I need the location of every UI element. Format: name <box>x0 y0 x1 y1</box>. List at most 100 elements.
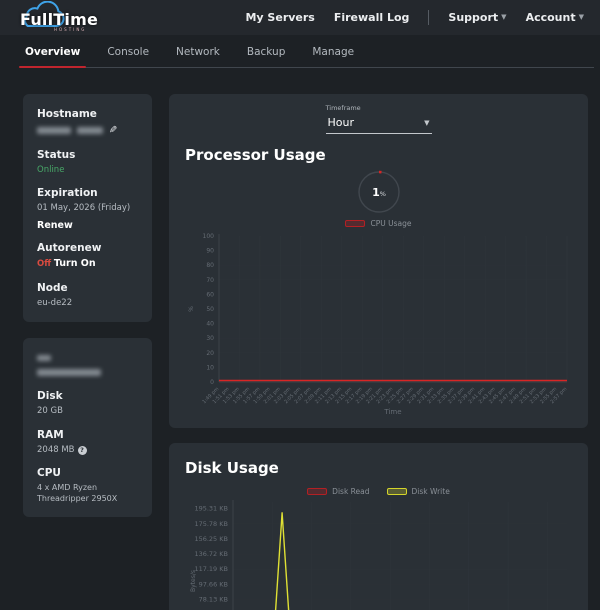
svg-text:60: 60 <box>206 291 214 298</box>
svg-text:195.31 KB: 195.31 KB <box>194 505 228 513</box>
disk-write-legend: Disk Write <box>387 487 450 496</box>
server-specs-card: Disk 20 GB RAM 2048 MB? CPU 4 x AMD Ryze… <box>23 338 152 517</box>
brand-tagline: HOSTING <box>54 27 86 32</box>
disk-read-legend: Disk Read <box>307 487 369 496</box>
redacted-text <box>77 127 103 134</box>
disk-group: Disk 20 GB <box>37 390 138 417</box>
hostname-group: Hostname ✎ <box>37 108 138 138</box>
disk-usage-title: Disk Usage <box>185 459 574 477</box>
tab-manage[interactable]: Manage <box>312 46 354 67</box>
processor-usage-card: Timeframe Hour ▼ Processor Usage 1% <box>169 94 588 428</box>
svg-text:97.66 KB: 97.66 KB <box>199 580 228 588</box>
processor-usage-title: Processor Usage <box>185 146 574 164</box>
ip-value-redacted <box>37 368 138 379</box>
edit-hostname-icon[interactable]: ✎ <box>109 124 117 138</box>
cpu-gauge-ring: 1% <box>355 168 403 216</box>
svg-text:%: % <box>188 306 195 312</box>
ram-label: RAM <box>37 429 138 441</box>
timeframe-select[interactable]: Hour ▼ <box>326 114 432 134</box>
node-group: Node eu-de22 <box>37 282 138 309</box>
svg-text:136.72 KB: 136.72 KB <box>194 550 228 558</box>
expiration-value: 01 May, 2026 (Friday) <box>37 203 138 214</box>
cpu-usage-chart: 1:49 pm1:51 pm1:53 pm1:55 pm1:57 pm1:59 … <box>183 230 574 420</box>
cpu-legend: CPU Usage <box>183 219 574 228</box>
disk-usage-card: Disk Usage Disk Read Disk Write 1:49 pm1… <box>169 443 588 610</box>
svg-text:20: 20 <box>206 350 214 357</box>
cpu-value: 4 x AMD Ryzen Threadripper 2950X <box>37 483 138 505</box>
disk-read-swatch <box>307 488 327 495</box>
main-column: Timeframe Hour ▼ Processor Usage 1% <box>169 94 588 610</box>
svg-text:80: 80 <box>206 262 214 269</box>
tab-bar: Overview Console Network Backup Manage <box>20 35 594 68</box>
redacted-text <box>37 355 51 361</box>
autorenew-group: Autorenew Off Turn On <box>37 242 138 271</box>
renew-link[interactable]: Renew <box>37 220 138 231</box>
page-content: Hostname ✎ Status Online Expiration 01 M… <box>0 68 600 610</box>
nav-items: My Servers Firewall Log Support ▼ Accoun… <box>245 10 584 25</box>
svg-text:90: 90 <box>206 248 214 255</box>
timeframe-label: Timeframe <box>326 104 432 112</box>
svg-text:156.25 KB: 156.25 KB <box>194 535 228 543</box>
svg-text:117.19 KB: 117.19 KB <box>194 565 228 573</box>
autorenew-toggle-link[interactable]: Turn On <box>54 258 96 269</box>
autorenew-state: Off <box>37 259 51 269</box>
svg-text:100: 100 <box>203 233 215 240</box>
svg-text:1%: 1% <box>372 186 386 199</box>
disk-write-swatch <box>387 488 407 495</box>
svg-text:50: 50 <box>206 306 214 313</box>
ip-label-redacted <box>37 352 138 364</box>
redacted-text <box>37 369 101 376</box>
nav-support[interactable]: Support ▼ <box>448 11 506 24</box>
tab-overview[interactable]: Overview <box>25 46 80 67</box>
svg-text:10: 10 <box>206 364 214 371</box>
tab-console[interactable]: Console <box>107 46 149 67</box>
svg-text:Bytes/s: Bytes/s <box>190 570 197 592</box>
server-info-card: Hostname ✎ Status Online Expiration 01 M… <box>23 94 152 322</box>
cpu-gauge: 1% <box>183 168 574 216</box>
ram-amount: 2048 MB <box>37 445 75 455</box>
server-sidebar: Hostname ✎ Status Online Expiration 01 M… <box>23 94 152 517</box>
hostname-value-redacted: ✎ <box>37 124 138 138</box>
svg-text:Time: Time <box>383 408 401 416</box>
svg-text:70: 70 <box>206 277 214 284</box>
ip-group <box>37 352 138 379</box>
hostname-label: Hostname <box>37 108 138 120</box>
expiration-label: Expiration <box>37 187 138 199</box>
tab-backup[interactable]: Backup <box>247 46 286 67</box>
svg-text:78.13 KB: 78.13 KB <box>199 595 228 603</box>
redacted-text <box>37 127 71 134</box>
timeframe-block: Timeframe Hour ▼ <box>326 104 432 134</box>
nav-my-servers[interactable]: My Servers <box>245 11 314 24</box>
svg-text:30: 30 <box>206 335 214 342</box>
autorenew-label: Autorenew <box>37 242 138 254</box>
status-group: Status Online <box>37 149 138 176</box>
nav-divider <box>428 10 429 25</box>
node-label: Node <box>37 282 138 294</box>
tab-network[interactable]: Network <box>176 46 220 67</box>
brand-logo[interactable]: FullTime HOSTING <box>10 0 120 35</box>
chevron-down-icon: ▼ <box>501 14 506 21</box>
chevron-down-icon: ▼ <box>579 14 584 21</box>
cpu-group: CPU 4 x AMD Ryzen Threadripper 2950X <box>37 467 138 505</box>
disk-read-legend-label: Disk Read <box>332 487 369 496</box>
timeframe-value: Hour <box>328 116 355 129</box>
disk-legend: Disk Read Disk Write <box>183 487 574 496</box>
ram-value: 2048 MB? <box>37 445 138 456</box>
svg-text:40: 40 <box>206 321 214 328</box>
expiration-group: Expiration 01 May, 2026 (Friday) Renew <box>37 187 138 231</box>
cpu-usage-legend-label: CPU Usage <box>370 219 411 228</box>
cpu-label: CPU <box>37 467 138 479</box>
nav-account[interactable]: Account ▼ <box>526 11 584 24</box>
disk-label: Disk <box>37 390 138 402</box>
nav-firewall-log[interactable]: Firewall Log <box>334 11 410 24</box>
help-icon[interactable]: ? <box>78 446 87 455</box>
top-navbar: FullTime HOSTING My Servers Firewall Log… <box>0 0 600 35</box>
tab-overview-label: Overview <box>25 46 80 58</box>
ram-group: RAM 2048 MB? <box>37 429 138 456</box>
nav-account-label: Account <box>526 11 576 24</box>
svg-text:0: 0 <box>210 379 214 386</box>
status-badge: Online <box>37 165 138 176</box>
active-tab-underline <box>19 66 86 68</box>
node-value: eu-de22 <box>37 298 138 309</box>
disk-write-legend-label: Disk Write <box>412 487 450 496</box>
